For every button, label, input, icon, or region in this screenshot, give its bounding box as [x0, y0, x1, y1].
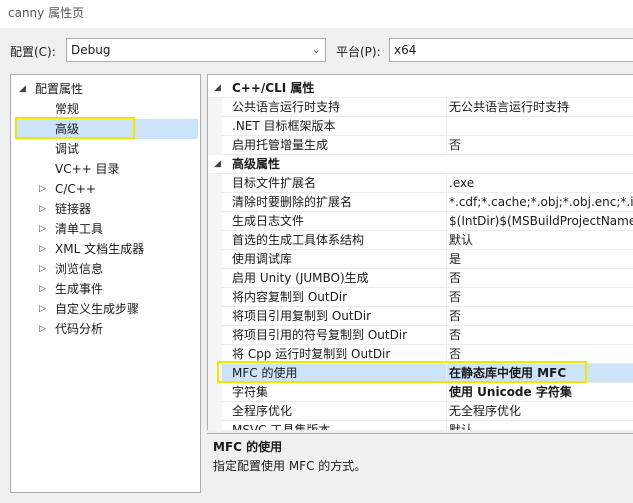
config-row: 配置(C): Debug ⌄ 平台(P): x64: [0, 36, 633, 66]
property-row[interactable]: 清除时要删除的扩展名 *.cdf;*.cache;*.obj;*.obj.enc…: [208, 193, 633, 212]
property-row[interactable]: 将 Cpp 运行时复制到 OutDir 否: [208, 345, 633, 364]
description-title: MFC 的使用: [213, 440, 283, 454]
property-name: 将 Cpp 运行时复制到 OutDir: [232, 347, 391, 361]
property-name: 全程序优化: [232, 404, 293, 418]
property-value[interactable]: 否: [446, 345, 633, 363]
property-row[interactable]: 使用调试库 是: [208, 250, 633, 269]
property-value[interactable]: 否: [446, 136, 633, 154]
platform-label: 平台(P):: [336, 45, 381, 59]
property-value[interactable]: 否: [446, 326, 633, 344]
description-text: 指定配置使用 MFC 的方式。: [213, 459, 367, 473]
collapse-triangle-icon[interactable]: ◢: [19, 79, 26, 99]
config-dropdown[interactable]: Debug ⌄: [66, 38, 326, 62]
tree-item-general[interactable]: 常规: [55, 99, 79, 119]
property-name: 启用托管增量生成: [232, 138, 329, 152]
collapse-triangle-icon[interactable]: ◢: [214, 79, 221, 97]
chevron-down-icon: ⌄: [311, 43, 321, 56]
property-row[interactable]: 字符集 使用 Unicode 字符集: [208, 383, 633, 402]
property-row[interactable]: 全程序优化 无全程序优化: [208, 402, 633, 421]
property-row[interactable]: 首选的生成工具体系结构 默认: [208, 231, 633, 250]
expand-triangle-icon[interactable]: ▷: [39, 239, 46, 259]
expand-triangle-icon[interactable]: ▷: [39, 279, 46, 299]
category-advanced-properties[interactable]: ◢ 高级属性: [208, 155, 633, 174]
property-row[interactable]: 生成日志文件 $(IntDir)$(MSBuildProjectName): [208, 212, 633, 231]
category-cpp-cli[interactable]: ◢ C++/CLI 属性: [208, 79, 633, 98]
tree-item-advanced[interactable]: 高级: [15, 119, 198, 139]
property-value[interactable]: 默认: [446, 421, 633, 430]
window-title: canny 属性页: [0, 0, 633, 28]
property-value[interactable]: $(IntDir)$(MSBuildProjectName): [446, 212, 633, 230]
platform-value: x64: [394, 43, 417, 57]
property-name: 将内容复制到 OutDir: [232, 290, 348, 304]
property-name: 启用 Unity (JUMBO)生成: [232, 271, 369, 285]
expand-triangle-icon[interactable]: ▷: [39, 199, 46, 219]
description-pane: MFC 的使用 指定配置使用 MFC 的方式。: [207, 433, 633, 493]
property-value[interactable]: 无全程序优化: [446, 402, 633, 420]
property-value[interactable]: 在静态库中使用 MFC: [446, 364, 633, 382]
property-row[interactable]: 将项目引用复制到 OutDir 否: [208, 307, 633, 326]
config-value: Debug: [71, 43, 111, 57]
property-tree: ◢ 配置属性 常规 高级 调试 VC++ 目录 ▷ C/C++ ▷ 链接器 ▷ …: [10, 74, 201, 493]
property-value[interactable]: 否: [446, 307, 633, 325]
property-value[interactable]: *.cdf;*.cache;*.obj;*.obj.enc;*.ilk;*: [446, 193, 633, 211]
expand-triangle-icon[interactable]: ▷: [39, 259, 46, 279]
property-row[interactable]: 启用托管增量生成 否: [208, 136, 633, 155]
collapse-triangle-icon[interactable]: ◢: [214, 155, 221, 173]
config-label: 配置(C):: [10, 45, 56, 59]
property-value[interactable]: .exe: [446, 174, 633, 192]
property-row[interactable]: .NET 目标框架版本: [208, 117, 633, 136]
property-name: 目标文件扩展名: [232, 176, 317, 190]
tree-item-debugging[interactable]: 调试: [55, 139, 79, 159]
property-row[interactable]: 将内容复制到 OutDir 否: [208, 288, 633, 307]
property-name: 将项目引用的符号复制到 OutDir: [232, 328, 408, 342]
property-value[interactable]: 是: [446, 250, 633, 268]
expand-triangle-icon[interactable]: ▷: [39, 319, 46, 339]
expand-triangle-icon[interactable]: ▷: [39, 179, 46, 199]
property-row[interactable]: 目标文件扩展名 .exe: [208, 174, 633, 193]
tree-item-vc-directories[interactable]: VC++ 目录: [55, 159, 120, 179]
property-row[interactable]: 公共语言运行时支持 无公共语言运行时支持: [208, 98, 633, 117]
property-value[interactable]: 否: [446, 288, 633, 306]
property-value[interactable]: 使用 Unicode 字符集: [446, 383, 633, 401]
property-row-selected[interactable]: MFC 的使用 在静态库中使用 MFC: [208, 364, 633, 383]
property-name: 将项目引用复制到 OutDir: [232, 309, 372, 323]
platform-dropdown[interactable]: x64: [389, 38, 633, 62]
property-name: 首选的生成工具体系结构: [232, 233, 365, 247]
property-row[interactable]: 启用 Unity (JUMBO)生成 否: [208, 269, 633, 288]
property-name: MSVC 工具集版本: [232, 423, 331, 430]
property-value[interactable]: 默认: [446, 231, 633, 249]
property-value[interactable]: 无公共语言运行时支持: [446, 98, 633, 116]
property-name: 字符集: [232, 385, 269, 399]
property-name: 生成日志文件: [232, 214, 305, 228]
property-row[interactable]: 将项目引用的符号复制到 OutDir 否: [208, 326, 633, 345]
property-name: MFC 的使用: [232, 366, 298, 380]
expand-triangle-icon[interactable]: ▷: [39, 219, 46, 239]
property-name: 公共语言运行时支持: [232, 100, 341, 114]
property-name: 清除时要删除的扩展名: [232, 195, 353, 209]
property-grid: ◢ C++/CLI 属性 公共语言运行时支持 无公共语言运行时支持 .NET 目…: [207, 74, 633, 430]
expand-triangle-icon[interactable]: ▷: [39, 299, 46, 319]
property-value[interactable]: 否: [446, 269, 633, 287]
property-name: 使用调试库: [232, 252, 293, 266]
property-value[interactable]: [446, 117, 633, 135]
property-name: .NET 目标框架版本: [232, 119, 336, 133]
property-row[interactable]: MSVC 工具集版本 默认: [208, 421, 633, 430]
